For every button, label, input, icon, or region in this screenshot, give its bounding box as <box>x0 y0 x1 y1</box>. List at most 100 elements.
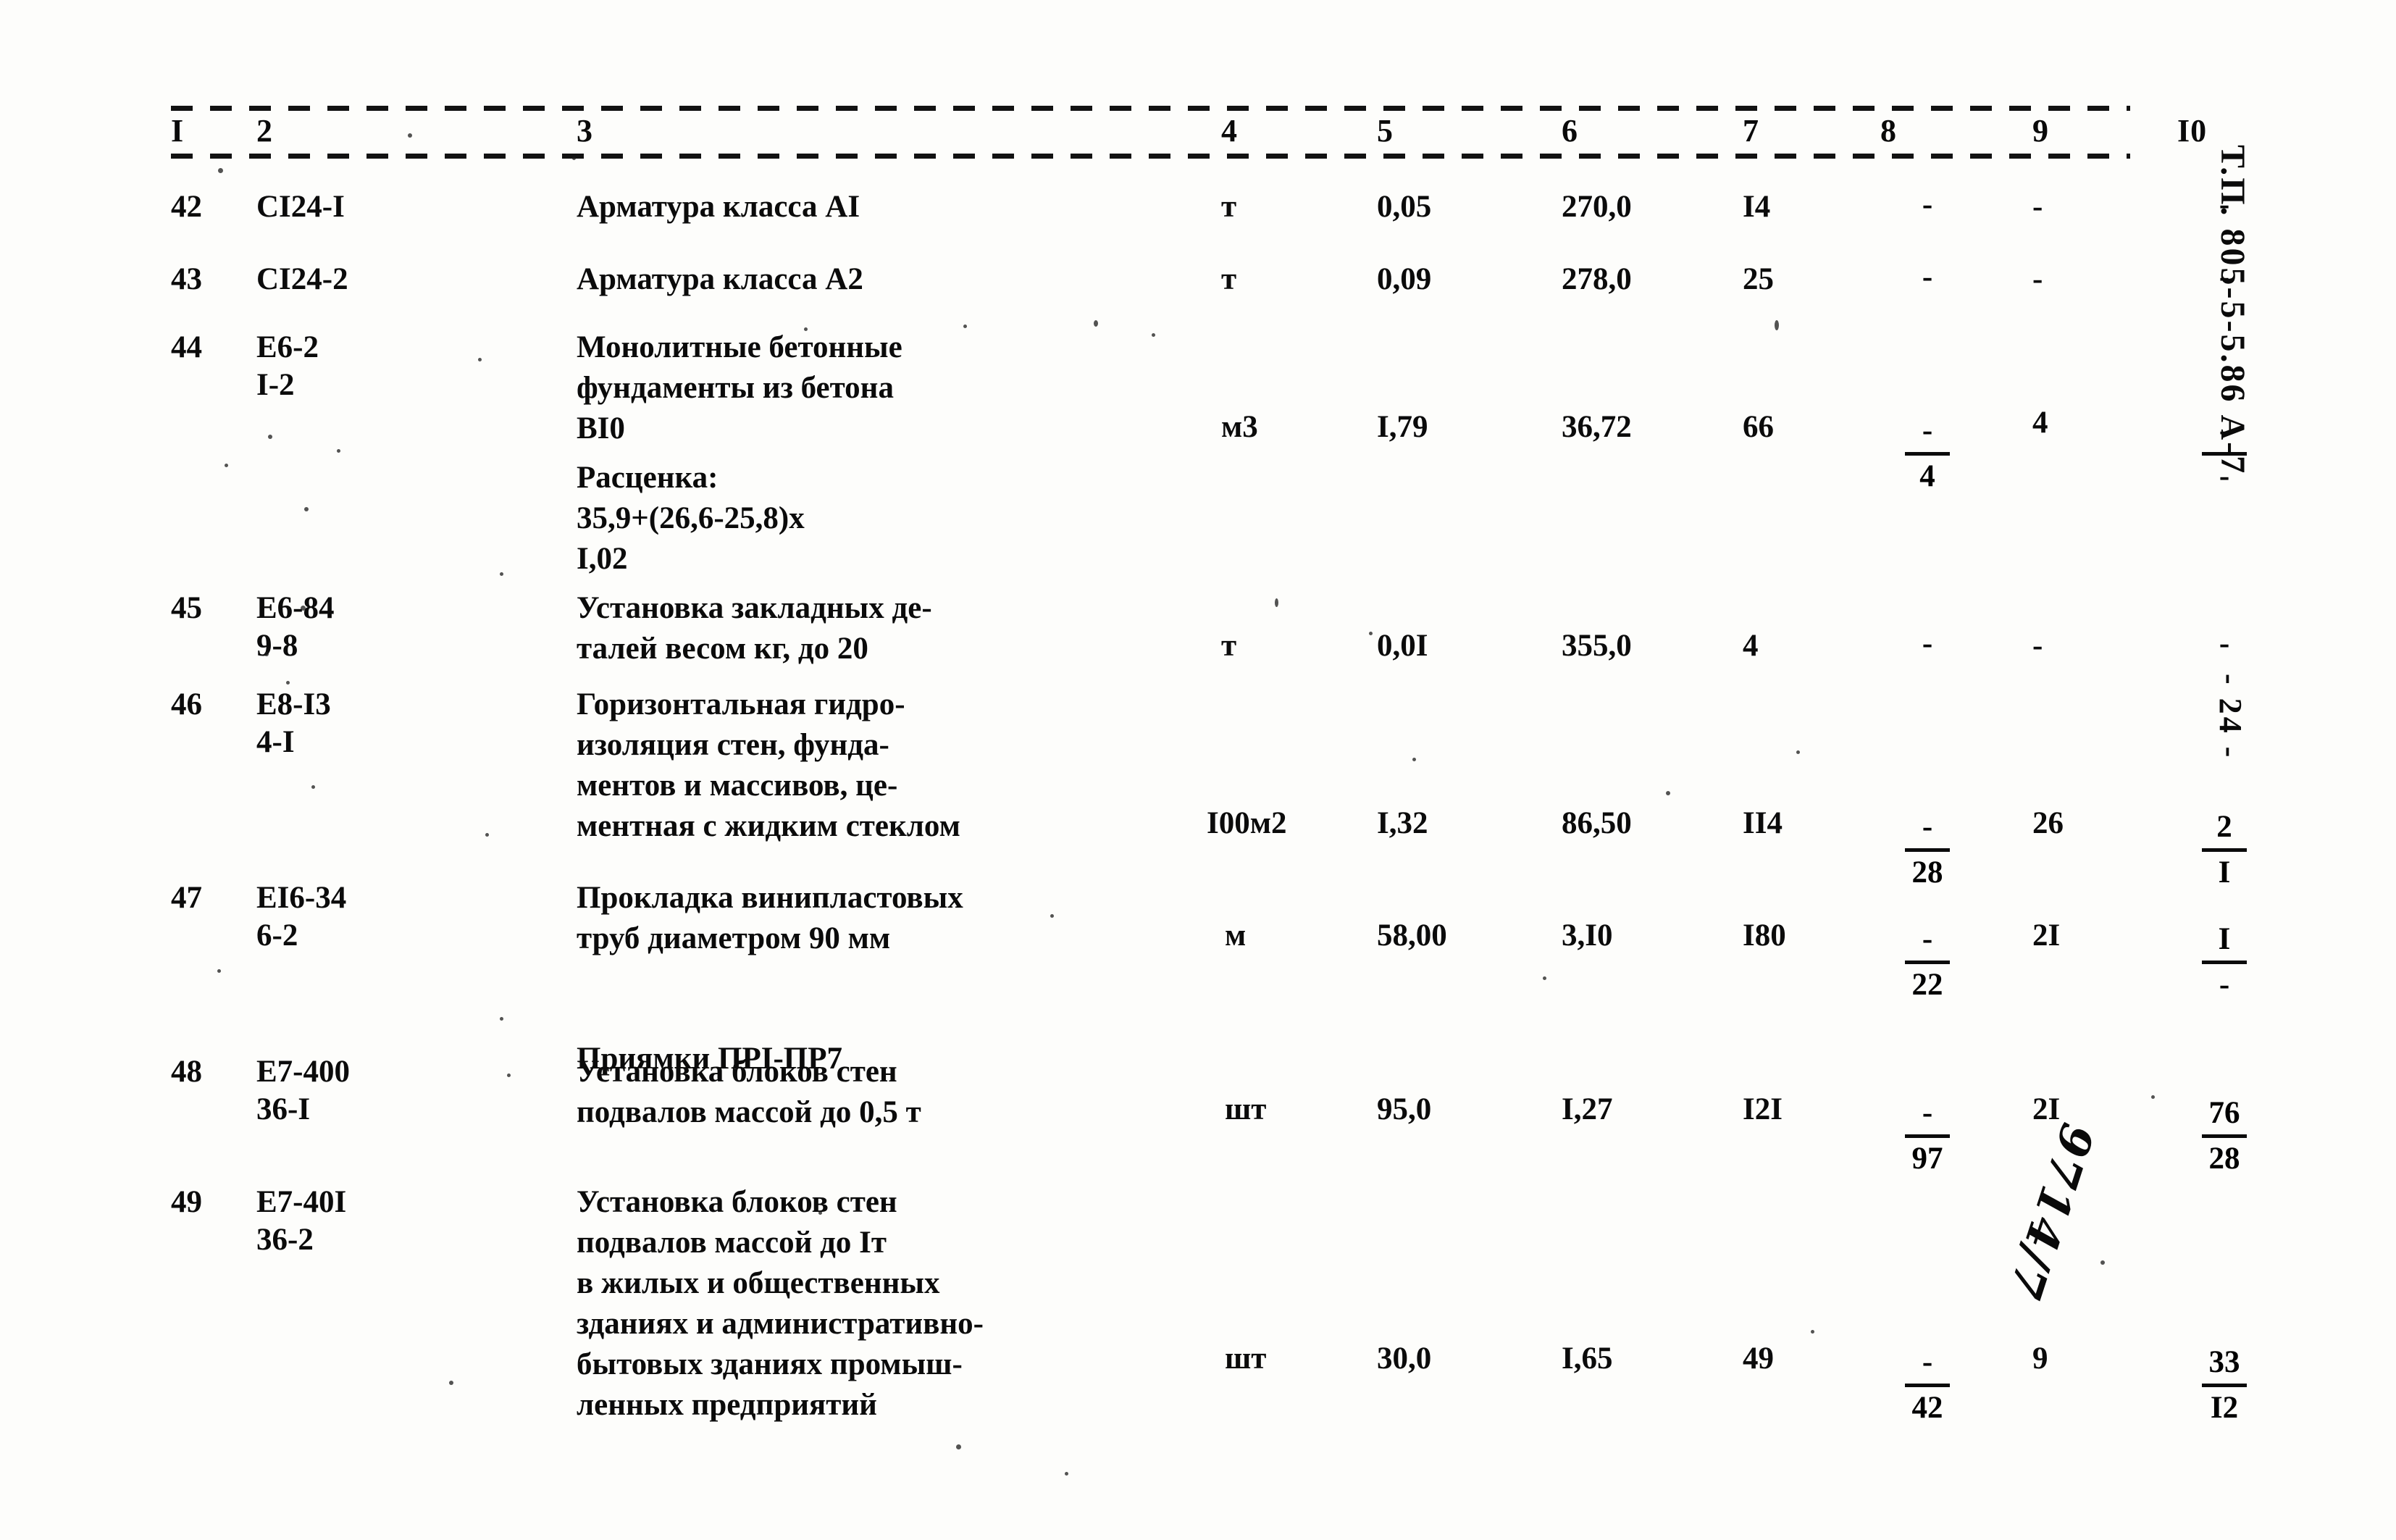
scan-speck <box>1775 320 1779 330</box>
row-col9: - <box>2032 629 2043 663</box>
row-unit: т <box>1221 629 1237 663</box>
row-quantity: 0,05 <box>1377 190 1432 224</box>
row-col8-top: - <box>1922 188 1933 222</box>
row-price: 86,50 <box>1562 806 1632 840</box>
row-quantity: 0,09 <box>1377 262 1432 296</box>
row-code-second: 6-2 <box>256 918 298 953</box>
row-col9: - <box>2032 262 2043 296</box>
row-code: Е7-40I <box>256 1185 347 1219</box>
row-price: I,27 <box>1562 1092 1613 1126</box>
row-col8-top: - <box>1922 414 1933 448</box>
scan-speck <box>2151 1095 2155 1099</box>
scan-speck <box>408 133 412 138</box>
row-price: I,65 <box>1562 1342 1613 1376</box>
row-code-second: 36-2 <box>256 1223 314 1257</box>
row-price: 355,0 <box>1562 629 1632 663</box>
row-quantity: I,79 <box>1377 410 1428 444</box>
scan-speck <box>1666 791 1670 795</box>
row-col10: 2 I <box>2177 809 2271 891</box>
row-col10-top: - <box>2219 627 2230 661</box>
row-col7: 66 <box>1743 410 1774 444</box>
column-header-4: 4 <box>1221 113 1238 148</box>
row-unit: шт <box>1225 1342 1267 1376</box>
row-price: 270,0 <box>1562 190 1632 224</box>
row-col10-bottom: 28 <box>2208 1142 2240 1176</box>
row-description: Арматура класса А2 <box>577 262 863 296</box>
row-col10-bar <box>2202 848 2247 852</box>
row-col8: - <box>1880 626 1974 671</box>
scan-speck <box>1152 333 1155 337</box>
row-col8-top: - <box>1922 1345 1933 1379</box>
row-col9: 9 <box>2032 1342 2048 1376</box>
scan-speck <box>1796 750 1800 754</box>
row-col8-bar <box>1905 1134 1950 1138</box>
scan-speck <box>301 606 306 611</box>
scan-speck <box>449 1381 453 1385</box>
row-code-second: 4-I <box>256 725 295 759</box>
row-col8-bar <box>1905 848 1950 852</box>
row-col9: 4 <box>2032 406 2048 440</box>
row-col9: 26 <box>2032 806 2064 840</box>
row-col10-top: 76 <box>2208 1096 2240 1130</box>
handwritten-annotation: 9714/7 <box>1998 1117 2104 1307</box>
scan-speck <box>218 168 223 173</box>
scan-speck <box>500 572 503 576</box>
row-description: Установка закладных де- талей весом кг, … <box>577 591 932 666</box>
row-price: 278,0 <box>1562 262 1632 296</box>
scan-speck <box>1275 598 1278 607</box>
row-unit: м <box>1225 918 1247 953</box>
row-number: 48 <box>171 1055 202 1089</box>
row-col10: I - <box>2177 921 2271 1003</box>
row-col8-top: - <box>1922 260 1933 294</box>
row-code-second: I-2 <box>256 368 295 402</box>
column-header-9: 9 <box>2032 113 2049 148</box>
row-number: 45 <box>171 591 202 625</box>
row-col8-bar <box>1905 1384 1950 1387</box>
row-col7: I4 <box>1743 190 1771 224</box>
scan-speck <box>956 1444 961 1449</box>
scan-speck <box>337 449 340 453</box>
row-col8: - 22 <box>1880 921 1974 1003</box>
row-col9: 2I <box>2032 918 2061 953</box>
scan-speck <box>804 327 808 331</box>
scan-speck <box>2100 1260 2105 1265</box>
scan-speck <box>1050 914 1054 918</box>
row-description: Установка блоков стен подвалов массой до… <box>577 1185 984 1422</box>
row-unit: т <box>1221 190 1237 224</box>
column-header-6: 6 <box>1562 113 1578 148</box>
row-col10-bottom: - <box>2219 968 2230 1002</box>
row-col10-bar <box>2202 665 2247 669</box>
row-col8-bar <box>1905 961 1950 964</box>
row-col8-bottom: 28 <box>1911 855 1943 890</box>
row-col10-top: I <box>2218 922 2231 956</box>
scanned-document-page: I 2 3 4 5 6 7 8 9 I0 42 CI24-I Арматура … <box>0 0 2396 1540</box>
row-quantity: I,32 <box>1377 806 1428 840</box>
row-extra-note: Расценка: 35,9+(26,6-25,8)х I,02 <box>577 461 805 576</box>
row-col8: - 4 <box>1880 413 1974 495</box>
scan-speck <box>818 1211 822 1215</box>
row-col8-top: - <box>1922 810 1933 844</box>
column-header-5: 5 <box>1377 113 1394 148</box>
row-col7: 25 <box>1743 262 1774 296</box>
row-col10-top: 33 <box>2208 1345 2240 1379</box>
scan-speck <box>1094 320 1098 327</box>
document-code-margin: Т.П. 805-5-5.86 А-7 <box>2213 145 2252 476</box>
row-number: 46 <box>171 687 202 721</box>
row-col8: - <box>1880 187 1974 233</box>
scan-speck <box>1543 976 1546 980</box>
scan-speck <box>217 969 221 973</box>
row-number: 47 <box>171 881 202 915</box>
row-col10-top: 2 <box>2216 810 2232 844</box>
row-number: 42 <box>171 190 202 224</box>
scan-speck <box>572 156 576 160</box>
table-header-bottom-rule <box>171 154 2130 159</box>
row-col10-bottom: I <box>2218 855 2231 890</box>
row-col9: 2I <box>2032 1092 2061 1126</box>
scan-speck <box>1412 758 1416 761</box>
row-col9: - <box>2032 190 2043 224</box>
row-col10: 33 I2 <box>2177 1344 2271 1426</box>
row-col7: I2I <box>1743 1092 1783 1126</box>
scan-speck <box>311 785 315 789</box>
row-col8-bar <box>1905 452 1950 456</box>
row-unit: шт <box>1225 1092 1267 1126</box>
